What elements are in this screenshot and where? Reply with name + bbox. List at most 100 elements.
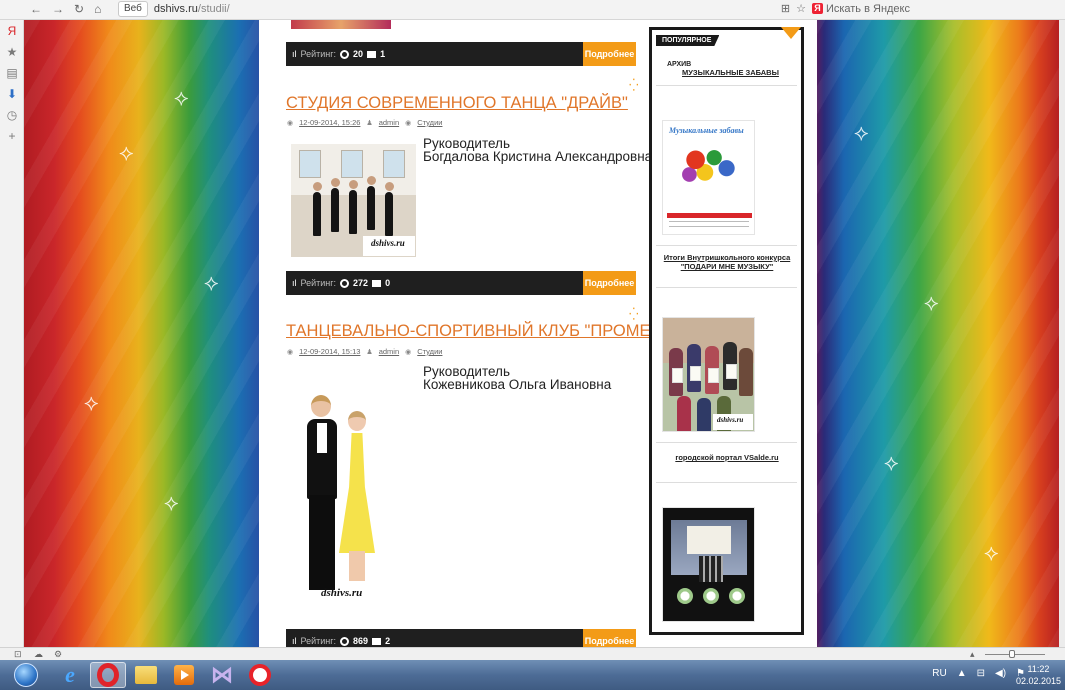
home-icon[interactable]: ⌂ xyxy=(94,2,101,16)
dove-decoration: ⟡ xyxy=(174,85,189,110)
network-icon[interactable]: ⊟ xyxy=(977,668,985,679)
post-author-link[interactable]: admin xyxy=(379,347,399,356)
taskbar-yandex-browser[interactable] xyxy=(242,662,278,688)
address-bar[interactable]: Веб dshivs.ru/studii/ xyxy=(118,1,230,17)
downloads-icon[interactable]: ⬇ xyxy=(0,83,24,104)
zoom-slider-track[interactable] xyxy=(985,654,1045,655)
dancer xyxy=(367,176,376,185)
post-body-text: Руководитель Кожевникова Ольга Ивановна xyxy=(423,365,611,392)
previous-post-image[interactable] xyxy=(291,20,391,29)
city-event-photo[interactable] xyxy=(662,507,755,622)
stage-screen xyxy=(687,526,731,554)
add-panel-icon[interactable]: + xyxy=(0,125,24,146)
divider xyxy=(656,245,797,246)
post-title-link[interactable]: ТАНЦЕВАЛЬНО-СПОРТИВНЫЙ КЛУБ "ПРОМЕНАД" xyxy=(286,322,691,341)
post-category-link[interactable]: Студии xyxy=(417,118,442,127)
window-detail xyxy=(299,150,321,178)
read-more-button[interactable]: Подробнее xyxy=(583,271,636,295)
toolbar-right: ⊞ ☆ Я Искать в Яндекс xyxy=(781,2,910,16)
divider xyxy=(656,482,797,483)
taskbar-visual-studio[interactable]: ⋈ xyxy=(204,662,240,688)
rating-chart-icon: ıl xyxy=(292,49,297,59)
history-clock-icon[interactable]: ◷ xyxy=(0,104,24,125)
read-more-button[interactable]: Подробнее xyxy=(583,629,636,647)
reload-icon[interactable]: ↻ xyxy=(74,2,84,16)
start-button[interactable] xyxy=(8,662,44,688)
panel-toggle-icon[interactable]: ⊡ xyxy=(14,649,22,660)
child-figure xyxy=(697,398,711,431)
dove-decoration: ⟡ xyxy=(119,140,134,165)
music-fun-poster[interactable]: Музыкальные забавы xyxy=(662,120,755,235)
dancer xyxy=(385,182,394,191)
rss-icon[interactable]: ⊞ xyxy=(781,2,790,15)
views-count: 869 xyxy=(353,636,369,646)
url-text[interactable]: dshivs.ru/studii/ xyxy=(154,3,230,15)
post-category-link[interactable]: Студии xyxy=(417,347,442,356)
body-line-name: Богдалова Кристина Александровна xyxy=(423,149,653,164)
language-indicator[interactable]: RU xyxy=(932,668,946,679)
taskbar-ie[interactable]: e xyxy=(52,662,88,688)
dancer xyxy=(313,192,321,236)
yandex-browser-icon xyxy=(249,664,271,686)
taskbar-opera[interactable] xyxy=(90,662,126,688)
taskbar-explorer[interactable] xyxy=(128,662,164,688)
settings-icon[interactable]: ⚙ xyxy=(54,649,62,660)
folder-icon xyxy=(135,666,157,684)
forward-icon[interactable]: → xyxy=(52,2,64,16)
window-detail xyxy=(341,150,363,178)
child-figure xyxy=(677,396,691,431)
contest-winners-photo[interactable]: dshivs.ru xyxy=(662,317,755,432)
post-date-link[interactable]: 12-09-2014, 15:13 xyxy=(299,347,360,356)
views-count: 272 xyxy=(353,278,369,288)
rating-label: Рейтинг: xyxy=(300,278,337,288)
browser-statusbar: ⊡ ☁ ⚙ ▴ xyxy=(0,647,1065,660)
sidebar-bottom-border xyxy=(652,632,801,635)
child-figure xyxy=(739,348,753,396)
sidebar-link-music-fun[interactable]: МУЗЫКАЛЬНЫЕ ЗАБАВЫ xyxy=(682,68,779,77)
dancer xyxy=(331,188,339,232)
girl-dancer xyxy=(348,411,366,431)
diploma xyxy=(690,366,701,381)
cloud-icon[interactable]: ☁ xyxy=(34,649,43,660)
dance-studio-photo[interactable]: dshivs.ru xyxy=(291,144,416,257)
watermark: dshivs.ru xyxy=(321,587,363,599)
dancer xyxy=(331,178,340,187)
volume-icon[interactable]: ◀) xyxy=(995,668,1006,679)
favorites-star-icon[interactable]: ★ xyxy=(0,41,24,62)
page-scrollbar[interactable] xyxy=(1059,20,1065,647)
flower-arrangement xyxy=(677,588,693,604)
yandex-search[interactable]: Я Искать в Яндекс xyxy=(811,2,910,15)
system-clock[interactable]: 11:22 02.02.2015 xyxy=(1016,663,1061,687)
post-info: ◉ 12-09-2014, 15:26 ♟ admin ◉ Студии xyxy=(287,118,442,127)
post-title-link[interactable]: СТУДИЯ СОВРЕМЕННОГО ТАНЦА "ДРАЙВ" xyxy=(286,94,628,113)
show-hidden-icons-icon[interactable]: ▲ xyxy=(957,668,967,679)
date-icon: ◉ xyxy=(287,119,294,127)
read-more-button[interactable]: Подробнее xyxy=(583,42,636,66)
taskbar-media-player[interactable] xyxy=(166,662,202,688)
bookmark-star-icon[interactable]: ☆ xyxy=(796,2,806,15)
yandex-search-label: Искать в Яндекс xyxy=(825,2,910,15)
yandex-sidebar-icon[interactable]: Я xyxy=(0,20,24,41)
flower-arrangement xyxy=(729,588,745,604)
sidebar-link-contest-results[interactable]: Итоги Внутришкольного конкурса "ПОДАРИ М… xyxy=(662,253,792,271)
post-author-link[interactable]: admin xyxy=(379,118,399,127)
post-date-link[interactable]: 12-09-2014, 15:26 xyxy=(299,118,360,127)
zoom-out-icon[interactable]: ▴ xyxy=(970,649,975,660)
dance-couple-photo[interactable]: dshivs.ru xyxy=(291,375,388,612)
comments-count: 1 xyxy=(380,49,386,59)
dove-decoration: ⟡ xyxy=(164,490,179,515)
notes-icon[interactable]: ▤ xyxy=(0,62,24,83)
opera-icon xyxy=(97,663,119,687)
sidebar-link-vsalde[interactable]: городской портал VSalde.ru xyxy=(662,453,792,462)
zoom-slider-handle[interactable] xyxy=(1009,650,1015,658)
dove-decoration: ⟡ xyxy=(84,390,99,415)
dancer xyxy=(313,182,322,191)
post-meta: ıl Рейтинг: 20 1 xyxy=(286,49,583,59)
people-on-stage xyxy=(699,556,723,582)
comments-icon xyxy=(372,279,382,287)
back-icon[interactable]: ← xyxy=(30,2,42,16)
yandex-icon: Я xyxy=(811,3,823,14)
clock-date: 02.02.2015 xyxy=(1015,676,1061,686)
contest-results-line1: Итоги Внутришкольного конкурса xyxy=(663,253,791,262)
web-tab-label[interactable]: Веб xyxy=(118,1,148,17)
